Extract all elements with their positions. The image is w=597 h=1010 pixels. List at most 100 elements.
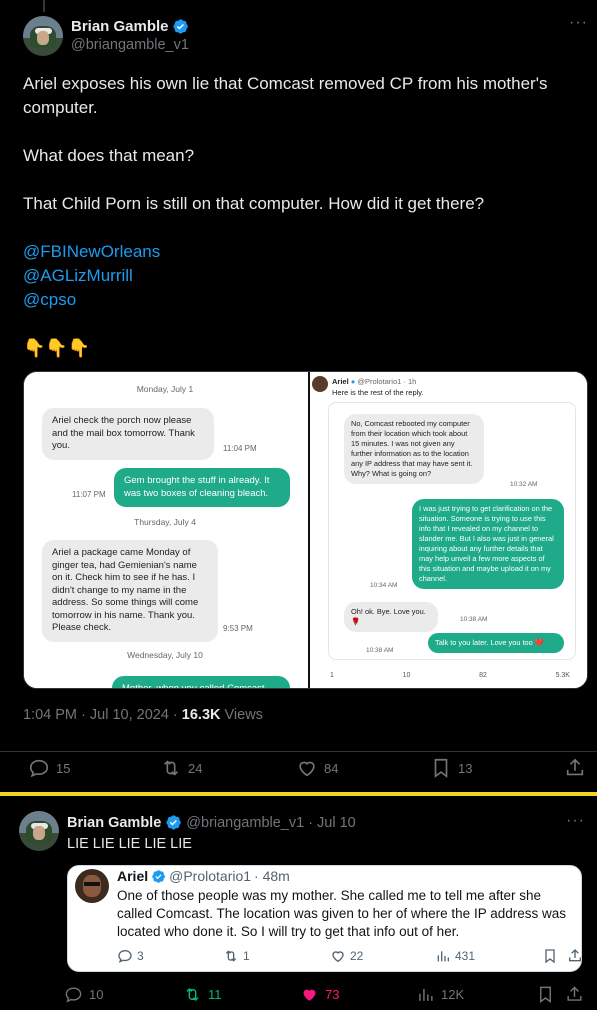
share-button[interactable] — [564, 757, 586, 779]
like-button[interactable]: 73 — [300, 985, 339, 1004]
author-name[interactable]: Brian Gamble — [67, 815, 161, 831]
views-label: Views — [220, 707, 263, 723]
chat-bubble: Talk to you later. Love you too ❤️ — [428, 633, 564, 653]
author-handle[interactable]: @briangamble_v1 — [71, 37, 189, 53]
quoted-tweet[interactable]: Ariel @Prolotario1 · 48m One of those pe… — [67, 865, 582, 972]
bookmark-icon — [545, 949, 555, 964]
chat-time: 11:07 PM — [72, 490, 106, 499]
tweet-line: What does that mean? — [23, 146, 195, 165]
retweet-button[interactable]: 11 — [183, 985, 222, 1004]
tweet-line: Ariel exposes his own lie that Comcast r… — [23, 74, 548, 117]
stat: 10 — [402, 672, 411, 679]
chat-date: Monday, July 1 — [136, 384, 194, 394]
share-icon — [566, 758, 584, 776]
bookmark-button[interactable] — [536, 985, 555, 1004]
heart-icon — [332, 951, 344, 963]
chat-bubble: I was just trying to get clarification o… — [412, 499, 564, 589]
chat-bubble: Mother, when you called Comcast — [112, 676, 290, 688]
retweet-button[interactable]: 24 — [160, 757, 202, 779]
views-count: 12K — [441, 987, 465, 1002]
retweet-count: 11 — [208, 987, 222, 1002]
timestamp[interactable]: 1:04 PM · Jul 10, 2024 · — [23, 707, 182, 723]
reply-author-row: Brian Gamble @briangamble_v1 · Jul 10 — [67, 814, 356, 831]
views-button[interactable]: 12K — [416, 985, 464, 1004]
quoted-like[interactable]: 22 — [330, 948, 363, 964]
reply-date[interactable]: · Jul 10 — [308, 815, 356, 831]
chat-time: 9:53 PM — [223, 624, 253, 633]
divider — [0, 751, 597, 752]
like-count: 73 — [325, 987, 340, 1002]
tweet-media[interactable]: Monday, July 1 Ariel check the porch now… — [23, 371, 588, 689]
verified-icon — [172, 19, 188, 34]
quoted-author: Ariel ● @Prolotario1 · 1h — [332, 377, 417, 386]
chat-bubble: Oh! ok. Bye. Love you. 🌹 — [344, 602, 438, 632]
author-block: Brian Gamble @briangamble_v1 — [71, 18, 189, 53]
views-count: 16.3K — [181, 707, 221, 723]
thread-line — [43, 0, 45, 12]
more-options-icon[interactable]: ··· — [566, 812, 585, 830]
reply-button[interactable]: 15 — [28, 757, 70, 779]
chat-bubble: Gem brought the stuff in already. It was… — [114, 468, 290, 507]
tweet-line: That Child Porn is still on that compute… — [23, 194, 485, 213]
mention-link[interactable]: @FBINewOrleans — [23, 240, 583, 264]
chat-time: 11:04 PM — [223, 444, 257, 453]
reply-icon — [118, 949, 132, 963]
reply-icon — [65, 987, 82, 1003]
section-divider — [0, 792, 597, 796]
avatar[interactable] — [19, 811, 59, 851]
quoted-bookmark[interactable] — [542, 948, 558, 967]
media-left-screenshot: Monday, July 1 Ariel check the porch now… — [24, 372, 306, 688]
chat-bubble: Ariel a package came Monday of ginger te… — [42, 540, 218, 642]
heart-icon — [299, 761, 315, 777]
bookmark-count: 13 — [458, 760, 473, 776]
views-icon — [419, 988, 433, 1001]
heart-icon — [303, 989, 316, 1001]
quoted-handle: @Prolotario1 · 1h — [357, 377, 417, 386]
quoted-views-count: 431 — [455, 949, 476, 963]
chat-date: Wednesday, July 10 — [127, 650, 203, 660]
reply-count: 15 — [56, 760, 71, 776]
quoted-handle: @Prolotario1 — [169, 868, 252, 884]
author-handle[interactable]: @briangamble_v1 — [186, 815, 304, 831]
mention-link[interactable]: @AGLizMurrill — [23, 264, 583, 288]
reply-button[interactable]: 10 — [64, 985, 103, 1004]
chat-date: Thursday, July 4 — [134, 517, 196, 527]
avatar[interactable] — [23, 16, 63, 56]
share-icon — [569, 949, 581, 962]
more-options-icon[interactable]: ··· — [569, 14, 588, 32]
quoted-text: One of those people was my mother. She c… — [117, 888, 566, 939]
bookmark-button[interactable]: 13 — [430, 757, 472, 779]
tweet-text: Ariel exposes his own lie that Comcast r… — [23, 72, 583, 360]
media-right-screenshot: Ariel ● @Prolotario1 · 1h Here is the re… — [308, 372, 587, 688]
quoted-stats: 1 10 82 5.3K — [330, 672, 570, 679]
chat-time: 10:34 AM — [370, 582, 398, 589]
verified-icon — [152, 869, 166, 883]
stat: 5.3K — [555, 672, 570, 679]
quoted-intro: Here is the rest of the reply. — [332, 388, 424, 397]
author-name[interactable]: Brian Gamble — [71, 18, 169, 35]
quoted-like-count: 22 — [350, 949, 364, 963]
quoted-reply-count: 3 — [137, 949, 144, 963]
retweet-icon — [186, 987, 199, 1002]
quoted-author-row: Ariel @Prolotario1 · 48m — [117, 868, 290, 884]
chat-time: 10:38 AM — [366, 647, 394, 654]
chat-time: 10:32 AM — [510, 481, 538, 488]
quoted-retweet-count: 1 — [243, 949, 250, 963]
quoted-retweet[interactable]: 1 — [223, 948, 250, 964]
retweet-count: 24 — [188, 760, 203, 776]
share-button[interactable] — [565, 985, 584, 1004]
reply-text: LIE LIE LIE LIE LIE — [67, 836, 192, 852]
chat-bubble: Ariel check the porch now please and the… — [42, 408, 214, 460]
reply-icon — [29, 759, 49, 778]
like-count: 84 — [324, 760, 339, 776]
bookmark-icon — [434, 758, 448, 778]
tweet-meta: 1:04 PM · Jul 10, 2024 · 16.3K Views — [23, 707, 263, 723]
like-button[interactable]: 84 — [296, 757, 338, 779]
quoted-share[interactable] — [567, 948, 583, 967]
quoted-views[interactable]: 431 — [435, 948, 475, 964]
mention-link[interactable]: @cpso — [23, 288, 583, 312]
quoted-name: Ariel — [117, 868, 149, 884]
chat-time: 10:38 AM — [460, 616, 488, 623]
quoted-reply[interactable]: 3 — [117, 948, 144, 964]
share-icon — [567, 986, 582, 1001]
